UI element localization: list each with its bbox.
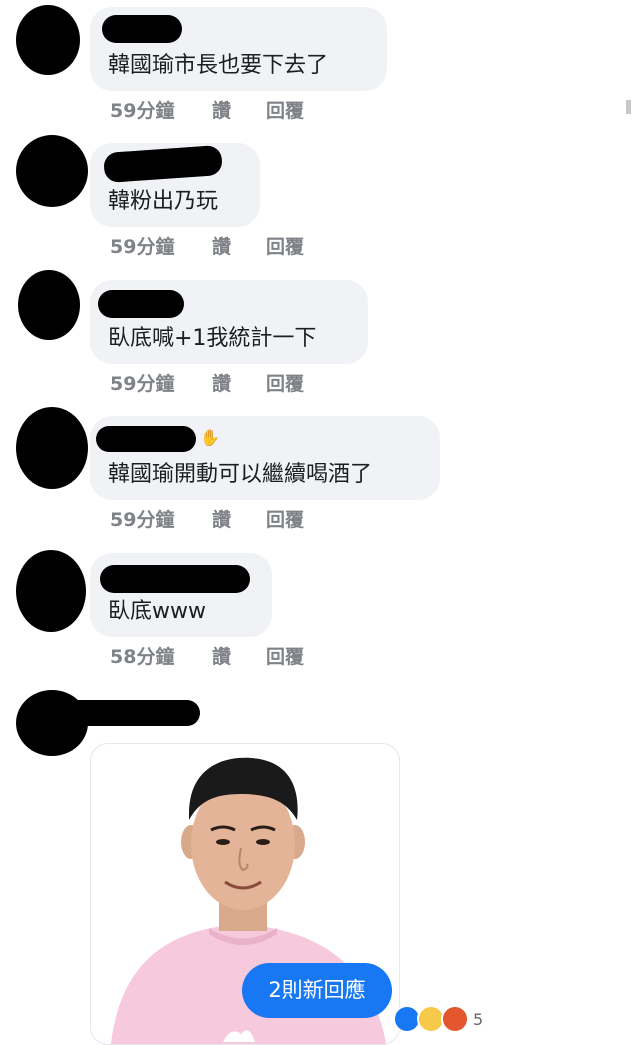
comment-meta: 59分鐘 讚 回覆 [110, 369, 304, 396]
comment-text: 韓國瑜開動可以繼續喝酒了 [108, 462, 373, 487]
reply-button[interactable]: 回覆 [266, 369, 304, 396]
comment-time: 59分鐘 [110, 509, 175, 531]
comment-text: 韓粉出乃玩 [108, 189, 219, 214]
reply-button[interactable]: 回覆 [266, 96, 304, 123]
new-replies-button[interactable]: 2則新回應 [242, 963, 392, 1018]
wave-icon: ✋ [200, 428, 220, 447]
comment-time: 59分鐘 [110, 373, 175, 395]
comment-meta: 59分鐘 讚 回覆 [110, 96, 304, 123]
comment-bubble: ✋ 韓國瑜開動可以繼續喝酒了 [90, 416, 440, 500]
reply-button[interactable]: 回覆 [266, 232, 304, 259]
comment-bubble: 韓粉出乃玩 [90, 143, 260, 227]
comment-text: 臥底www [108, 599, 206, 624]
comment-time: 59分鐘 [110, 236, 175, 258]
comment-bubble: 韓國瑜市長也要下去了 [90, 7, 387, 91]
redacted-name[interactable] [60, 700, 200, 726]
like-button[interactable]: 讚 [212, 96, 266, 123]
redacted-name[interactable] [103, 144, 223, 184]
comment-time: 58分鐘 [110, 646, 175, 668]
avatar[interactable] [18, 270, 80, 340]
avatar[interactable] [16, 5, 80, 75]
reaction-count: 5 [473, 1009, 484, 1029]
reaction-summary[interactable]: 5 [393, 1005, 484, 1033]
comment-bubble: 臥底www [90, 553, 272, 637]
comment-time: 59分鐘 [110, 100, 175, 122]
redacted-name[interactable] [96, 426, 196, 452]
comment-meta: 58分鐘 讚 回覆 [110, 642, 304, 669]
like-button[interactable]: 讚 [212, 505, 266, 532]
like-button[interactable]: 讚 [212, 232, 266, 259]
comment-bubble: 臥底喊+1我統計一下 [90, 280, 368, 364]
avatar[interactable] [16, 550, 86, 632]
redacted-name[interactable] [102, 15, 182, 43]
avatar[interactable] [16, 407, 88, 489]
like-button[interactable]: 讚 [212, 369, 266, 396]
comment-text: 韓國瑜市長也要下去了 [108, 53, 329, 78]
comment-meta: 59分鐘 讚 回覆 [110, 505, 304, 532]
redacted-name[interactable] [100, 565, 250, 593]
avatar[interactable] [16, 135, 88, 207]
comment-meta: 59分鐘 讚 回覆 [110, 232, 304, 259]
comment-text: 臥底喊+1我統計一下 [108, 326, 317, 351]
like-button[interactable]: 讚 [212, 642, 266, 669]
reply-button[interactable]: 回覆 [266, 505, 304, 532]
angry-reaction-icon [441, 1005, 469, 1033]
scrollbar-indicator[interactable] [626, 100, 631, 114]
redacted-name[interactable] [98, 290, 184, 318]
reply-button[interactable]: 回覆 [266, 642, 304, 669]
